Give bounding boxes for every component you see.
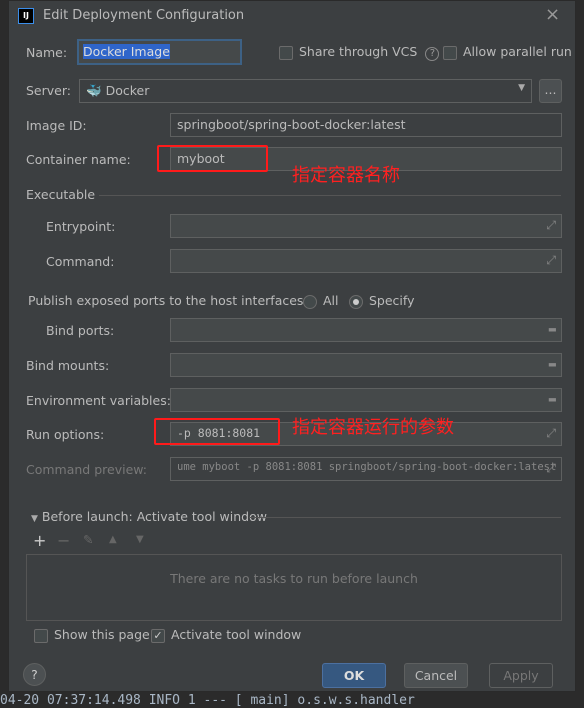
move-down-icon[interactable]: ▼ — [136, 534, 144, 545]
remove-icon[interactable]: − — [57, 531, 70, 550]
publish-label: Publish exposed ports to the host interf… — [28, 293, 308, 308]
bind-ports-label: Bind ports: — [46, 323, 115, 338]
executable-section-label: Executable — [26, 187, 96, 202]
empty-task-message: There are no tasks to run before launch — [170, 571, 418, 586]
apply-button[interactable]: Apply — [489, 663, 553, 688]
share-vcs-checkbox[interactable]: Share through VCS ? — [279, 44, 440, 61]
image-id-value: springboot/spring-boot-docker:latest — [177, 117, 406, 132]
edit-icon[interactable]: ✎ — [83, 532, 93, 547]
allow-parallel-label: Allow parallel run — [463, 44, 572, 59]
server-more-button[interactable]: ... — [539, 79, 562, 103]
divider — [99, 195, 561, 196]
name-label: Name: — [26, 45, 68, 60]
expand-icon[interactable]: ⤢ — [546, 426, 556, 441]
cancel-button[interactable]: Cancel — [404, 663, 468, 688]
publish-specify-radio[interactable]: Specify — [349, 293, 414, 309]
before-launch-toggle[interactable]: ▼ Before launch: Activate tool window — [31, 509, 267, 524]
show-page-label: Show this page — [54, 627, 150, 642]
triangle-down-icon: ▼ — [31, 514, 38, 524]
ok-button[interactable]: OK — [322, 663, 386, 688]
name-value: Docker Image — [83, 44, 170, 59]
chevron-down-icon: ▼ — [518, 83, 525, 93]
expand-icon[interactable]: ⤢ — [546, 461, 556, 476]
activate-tool-label: Activate tool window — [171, 627, 302, 642]
before-launch-task-list: There are no tasks to run before launch — [26, 554, 562, 621]
close-icon[interactable]: × — [545, 4, 560, 25]
annotation-box-run-options — [154, 418, 280, 445]
help-button[interactable]: ? — [23, 663, 46, 686]
folder-icon[interactable]: ▬ — [549, 357, 556, 371]
add-icon[interactable]: + — [33, 531, 46, 550]
move-up-icon[interactable]: ▲ — [109, 534, 117, 545]
share-vcs-label: Share through VCS — [299, 44, 418, 59]
command-preview-label: Command preview: — [26, 462, 148, 477]
annotation-box-container — [157, 145, 268, 172]
bind-mounts-label: Bind mounts: — [26, 358, 110, 373]
command-label: Command: — [46, 254, 115, 269]
container-name-label: Container name: — [26, 152, 131, 167]
publish-all-label: All — [323, 293, 339, 308]
server-value: Docker — [105, 83, 150, 98]
expand-icon[interactable]: ⤢ — [546, 253, 556, 268]
command-preview-value: ume myboot -p 8081:8081 springboot/sprin… — [177, 461, 557, 473]
expand-icon[interactable]: ⤢ — [546, 218, 556, 233]
command-input[interactable]: ⤢ — [170, 249, 562, 273]
server-label: Server: — [26, 83, 71, 98]
allow-parallel-checkbox[interactable]: Allow parallel run — [443, 44, 572, 60]
deployment-dialog: IJ Edit Deployment Configuration × Name:… — [8, 0, 576, 692]
bind-ports-input[interactable]: ▬ — [170, 318, 562, 342]
entrypoint-input[interactable]: ⤢ — [170, 214, 562, 238]
help-icon[interactable]: ? — [425, 47, 440, 61]
show-page-checkbox[interactable]: Show this page — [34, 627, 150, 643]
docker-icon: 🐳 — [86, 83, 102, 98]
bind-mounts-input[interactable]: ▬ — [170, 353, 562, 377]
entrypoint-label: Entrypoint: — [46, 219, 116, 234]
annotation-container-text: 指定容器名称 — [292, 165, 400, 186]
command-preview-field: ume myboot -p 8081:8081 springboot/sprin… — [170, 457, 562, 481]
before-launch-label: Before launch: Activate tool window — [41, 509, 267, 524]
folder-icon[interactable]: ▬ — [549, 322, 556, 336]
image-id-label: Image ID: — [26, 118, 87, 133]
annotation-run-text: 指定容器运行的参数 — [292, 417, 454, 438]
activate-tool-checkbox[interactable]: ✓ Activate tool window — [151, 627, 301, 643]
image-id-field[interactable]: springboot/spring-boot-docker:latest — [170, 113, 562, 137]
name-input[interactable]: Docker Image — [77, 39, 242, 65]
dialog-title: Edit Deployment Configuration — [43, 8, 245, 23]
env-vars-label: Environment variables: — [26, 393, 171, 408]
publish-specify-label: Specify — [369, 293, 415, 308]
server-select[interactable]: 🐳 Docker ▼ — [79, 79, 532, 103]
publish-all-radio[interactable]: All — [303, 293, 339, 309]
env-vars-input[interactable]: ▬ — [170, 388, 562, 412]
run-options-label: Run options: — [26, 427, 105, 442]
folder-icon[interactable]: ▬ — [549, 392, 556, 406]
intellij-logo-icon: IJ — [18, 8, 34, 24]
divider — [249, 517, 561, 518]
